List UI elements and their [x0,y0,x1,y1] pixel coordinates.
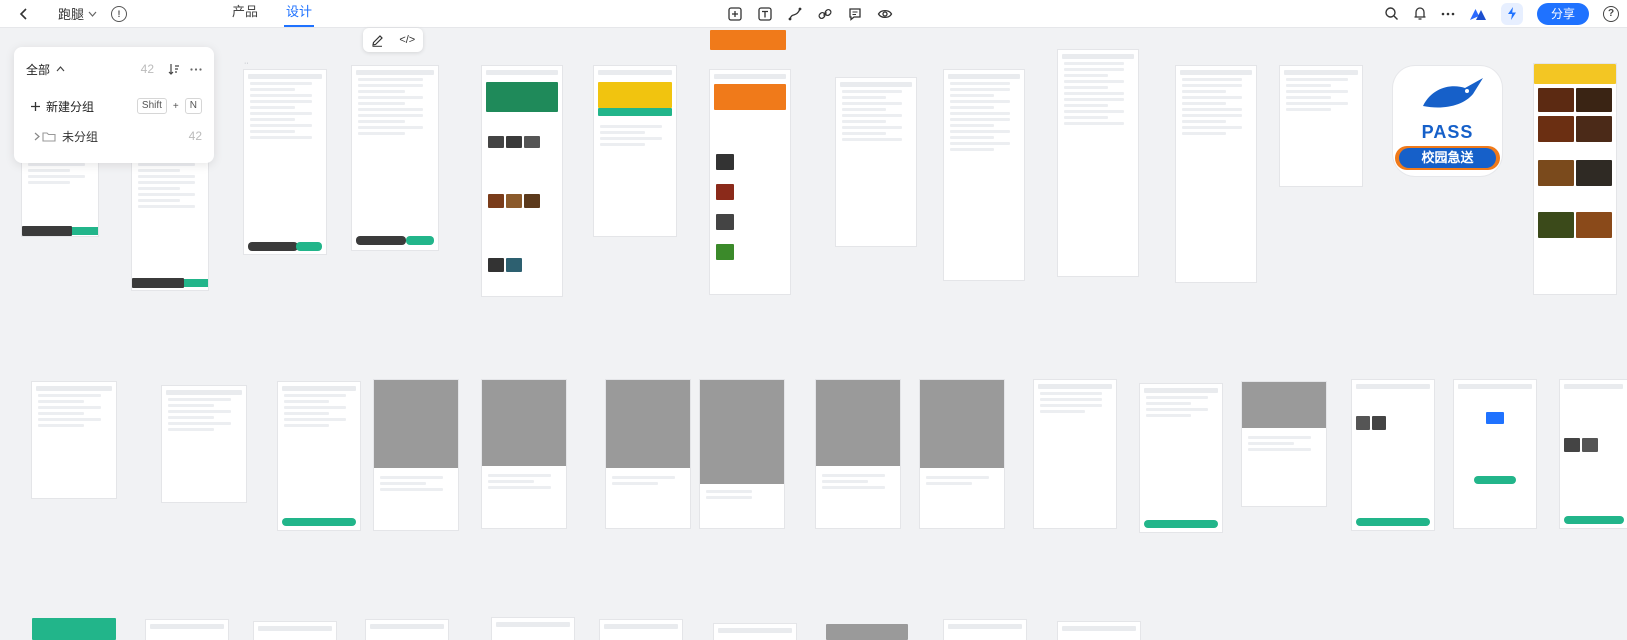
tab-product[interactable]: 产品 [232,0,258,27]
artboard[interactable] [32,382,116,498]
chevron-down-icon[interactable] [88,11,97,17]
artboard[interactable] [278,382,360,530]
artboard-modal[interactable] [816,380,900,528]
panel-count: 42 [140,62,154,76]
artboard[interactable] [1034,380,1116,528]
search-icon[interactable] [1384,6,1399,21]
group-item-ungrouped[interactable]: 未分组 42 [32,127,202,145]
mode-tabs: 产品 设计 [232,0,315,27]
plus-icon [28,101,42,112]
artboard[interactable] [146,620,228,640]
artboard-label: ·· [244,60,249,67]
artboard[interactable] [244,70,326,254]
artboard-modal[interactable] [920,380,1004,528]
bird-icon [1423,78,1483,108]
artboard[interactable] [600,620,682,640]
project-name[interactable]: 跑腿 [58,4,84,23]
bolt-icon[interactable] [1500,2,1523,25]
shortcut-hint: Shift + N [136,98,202,114]
eye-icon[interactable] [876,5,894,23]
folder-icon [42,131,56,142]
new-group-label: 新建分组 [46,99,95,114]
artboard[interactable] [1058,50,1138,276]
more-icon[interactable] [1441,12,1455,16]
artboard[interactable] [22,160,98,236]
artboard[interactable] [714,624,796,640]
artboard[interactable] [32,618,116,640]
share-button[interactable]: 分享 [1536,2,1589,25]
artboard[interactable] [836,78,916,246]
help-icon[interactable]: ? [1603,5,1619,22]
group-label: 未分组 [62,129,99,144]
new-group-item[interactable]: 新建分组 Shift + N [28,97,202,115]
group-count: 42 [188,129,202,143]
logo-icon[interactable] [1469,7,1487,21]
code-icon[interactable]: </> [399,34,415,46]
artboard[interactable] [710,30,786,50]
artboard[interactable] [352,66,438,250]
artboard[interactable] [254,622,336,640]
logo-brand-text: PASS [1421,122,1474,142]
tool-group [726,0,894,27]
artboard[interactable] [482,66,562,296]
artboard-modal[interactable] [606,380,690,528]
artboard-modal[interactable] [374,380,458,530]
artboard[interactable] [944,70,1024,280]
sort-icon[interactable] [168,63,180,75]
artboard[interactable] [594,66,676,236]
shortcut-key: Shift [136,98,167,114]
tab-design[interactable]: 设计 [284,0,315,27]
artboard[interactable] [492,618,574,640]
pen-icon[interactable] [786,5,804,23]
artboard[interactable] [944,620,1026,640]
page-group-panel: 全部 42 新建分组 Shift + N 未分组 42 [14,47,214,163]
artboard[interactable] [710,70,790,294]
artboard[interactable] [1140,384,1222,532]
chevron-right-icon[interactable] [32,132,42,141]
logo-subtitle: 校园急送 [1399,148,1496,168]
artboard[interactable] [1280,66,1362,186]
panel-title[interactable]: 全部 [26,61,50,78]
top-bar: 跑腿 ! 产品 设计 分享 ? [0,0,1627,28]
text-icon[interactable] [756,5,774,23]
artboard[interactable] [366,620,448,640]
artboard[interactable] [826,624,908,640]
artboard[interactable] [1560,380,1627,528]
floating-toolbar: </> [363,28,423,52]
chevron-up-icon[interactable] [56,66,65,72]
app-logo[interactable]: PASS 校园急送 [1393,66,1502,176]
artboard-modal[interactable] [700,380,784,528]
artboard-modal[interactable] [1242,382,1326,506]
edit-icon[interactable] [371,34,384,47]
link-icon[interactable] [816,5,834,23]
artboard[interactable] [1352,380,1434,530]
artboard[interactable] [1058,622,1140,640]
artboard[interactable] [162,386,246,502]
artboard[interactable] [1534,64,1616,294]
comment-icon[interactable] [846,5,864,23]
shortcut-plus: + [172,100,179,112]
back-icon[interactable] [14,4,34,24]
shortcut-key: N [184,98,202,114]
frame-icon[interactable] [726,5,744,23]
artboard[interactable] [132,160,208,290]
info-icon[interactable]: ! [111,5,128,22]
artboard-modal[interactable] [482,380,566,528]
bell-icon[interactable] [1413,6,1427,21]
more-icon[interactable] [190,67,202,71]
artboard[interactable] [1176,66,1256,282]
artboard[interactable] [1454,380,1536,528]
